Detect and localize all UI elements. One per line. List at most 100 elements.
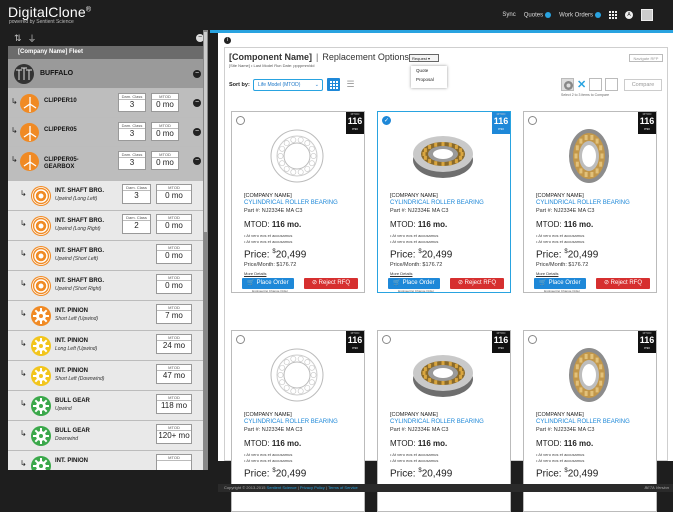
child-arrow-icon: ↳ bbox=[20, 369, 27, 378]
product-title[interactable]: CYLINDRICAL ROLLER BEARING bbox=[536, 419, 630, 425]
engineering-change-link[interactable]: Engineering Change Order bbox=[536, 289, 588, 292]
sidebar-toolbar: ⇅ ⏚ − bbox=[8, 30, 208, 46]
turbine-row[interactable]: ↳ CLIPPER05 Dam. Class 3 MTOD 0 mo − bbox=[8, 118, 208, 147]
company-name: [COMPANY NAME] bbox=[536, 412, 584, 418]
select-radio[interactable]: ✓ bbox=[382, 116, 391, 125]
more-details-link[interactable]: More Details bbox=[390, 271, 412, 276]
version-label: BETA Version bbox=[644, 485, 669, 490]
price-label: Price: bbox=[390, 468, 416, 480]
component-row[interactable]: ↳ INT. PINION Long Left (Upwind) MTOD 24 mo bbox=[8, 331, 208, 361]
quotes-link[interactable]: Quotes bbox=[524, 11, 552, 18]
component-row[interactable]: ↳ BULL GEAR Downwind MTOD 120+ mo bbox=[8, 421, 208, 451]
reject-rfq-button[interactable]: ⊘ Reject RFQ bbox=[450, 278, 504, 289]
turbine-name: CLIPPER10 bbox=[44, 98, 77, 104]
gear-icon bbox=[31, 366, 51, 386]
select-radio[interactable] bbox=[528, 335, 537, 344]
work-orders-link[interactable]: Work Orders bbox=[559, 11, 601, 18]
mtod-label: MTOD: bbox=[390, 439, 416, 448]
request-menu: Quote Proposal bbox=[411, 66, 447, 88]
product-card[interactable]: MTOD 116 mo [COMPANY NAME] CYLINDRICAL ROLLE… bbox=[523, 111, 657, 293]
place-order-button[interactable]: 🛒 Place Order bbox=[534, 278, 586, 289]
select-radio[interactable] bbox=[382, 335, 391, 344]
bearing-image bbox=[262, 126, 332, 186]
navigate-rfp-button[interactable]: Navigate RFP bbox=[629, 54, 663, 62]
request-dropdown[interactable]: Request ▾ bbox=[409, 54, 439, 62]
collapse-turbine-icon[interactable]: − bbox=[193, 99, 201, 107]
reject-rfq-button[interactable]: ⊘ Reject RFQ bbox=[596, 278, 650, 289]
component-row[interactable]: ↳ INT. SHAFT BRG. Upwind (Long Left) Dam. C… bbox=[8, 181, 208, 211]
compare-button[interactable]: Compare bbox=[624, 79, 662, 91]
compare-slot-2[interactable] bbox=[589, 78, 602, 91]
sync-link[interactable]: Sync bbox=[502, 12, 515, 18]
place-order-button[interactable]: 🛒 Place Order bbox=[388, 278, 440, 289]
privacy-link[interactable]: Privacy Policy bbox=[300, 485, 325, 490]
gear-icon bbox=[31, 306, 51, 326]
apps-grid-icon[interactable] bbox=[609, 11, 617, 19]
avatar[interactable] bbox=[641, 9, 653, 21]
product-card[interactable]: ✓ MTOD 116 mo [COMPANY NAME] CYLINDRICAL ROLL… bbox=[377, 111, 511, 293]
component-row[interactable]: ↳ INT. PINION MTOD bbox=[8, 451, 208, 470]
child-arrow-icon: ↳ bbox=[20, 279, 27, 288]
info-icon[interactable]: i bbox=[224, 37, 231, 44]
badge-unit: mo bbox=[498, 126, 504, 131]
price-value: 20,499 bbox=[567, 468, 599, 480]
price-label: Price: bbox=[244, 249, 270, 261]
select-radio[interactable] bbox=[236, 116, 245, 125]
product-card[interactable]: MTOD 116 mo [COMPANY NAME] CYLINDRICAL ROLLE… bbox=[231, 111, 365, 293]
remove-compare-icon[interactable]: ✕ bbox=[577, 78, 586, 91]
grid-view-icon[interactable] bbox=[327, 78, 340, 91]
brand-logo[interactable]: DigitalClone® bbox=[8, 4, 91, 20]
reject-rfq-button[interactable]: ⊘ Reject RFQ bbox=[304, 278, 358, 289]
sort-select[interactable]: Life Model (MTOD) ⌄ bbox=[253, 79, 323, 91]
component-row[interactable]: ↳ INT. SHAFT BRG. Upwind (Long Right) Dam. … bbox=[8, 211, 208, 241]
child-arrow-icon: ↳ bbox=[20, 429, 27, 438]
more-details-link[interactable]: More Details bbox=[244, 271, 266, 276]
menu-item-quote[interactable]: Quote bbox=[411, 66, 447, 75]
engineering-change-link[interactable]: Engineering Change Order bbox=[390, 289, 442, 292]
list-view-icon[interactable]: ☰ bbox=[345, 79, 356, 90]
bullet-item: • At vero eos et accusamus bbox=[390, 233, 439, 238]
sidebar-scrollbar[interactable] bbox=[203, 30, 208, 470]
compare-slot-1[interactable] bbox=[561, 78, 574, 91]
component-row[interactable]: ↳ INT. PINION Short Left (Upwind) MTOD 7 mo bbox=[8, 301, 208, 331]
mtod-value: 0 mo bbox=[165, 191, 183, 200]
user-status-icon[interactable]: A bbox=[625, 11, 633, 19]
mtod-badge: MTOD 116 mo bbox=[638, 112, 656, 134]
select-radio[interactable] bbox=[528, 116, 537, 125]
collapse-turbine-icon[interactable]: − bbox=[193, 157, 201, 165]
component-row[interactable]: ↳ INT. PINION Short Left (Downwind) MTOD 47 … bbox=[8, 361, 208, 391]
component-row[interactable]: ↳ BULL GEAR Upwind MTOD 118 mo bbox=[8, 391, 208, 421]
component-row[interactable]: ↳ INT. SHAFT BRG. Upwind (Short Left) MTOD 0… bbox=[8, 241, 208, 271]
product-title[interactable]: CYLINDRICAL ROLLER BEARING bbox=[244, 200, 338, 206]
collapse-turbine-icon[interactable]: − bbox=[193, 128, 201, 136]
fleet-header[interactable]: [Company Name] Fleet bbox=[8, 46, 208, 59]
company-link[interactable]: Sentient Science bbox=[267, 485, 297, 490]
place-order-label: Place Order bbox=[548, 280, 581, 286]
product-title[interactable]: CYLINDRICAL ROLLER BEARING bbox=[244, 419, 338, 425]
bullet-item: • At vero eos et accusamus bbox=[536, 452, 585, 457]
child-arrow-icon: ↳ bbox=[20, 399, 27, 408]
reject-rfq-label: Reject RFQ bbox=[318, 280, 351, 286]
engineering-change-link[interactable]: Engineering Change Order bbox=[244, 289, 296, 292]
select-radio[interactable] bbox=[236, 335, 245, 344]
turbine-row[interactable]: ↳ CLIPPER05- GEARBOX Dam. Class 3 MTOD 0 mo − bbox=[8, 147, 208, 181]
product-title[interactable]: CYLINDRICAL ROLLER BEARING bbox=[390, 419, 484, 425]
company-name: [COMPANY NAME] bbox=[390, 193, 438, 199]
filter-icon[interactable]: ⏚ bbox=[28, 32, 37, 45]
scrollbar-thumb[interactable] bbox=[204, 32, 207, 232]
more-details-link[interactable]: More Details bbox=[536, 271, 558, 276]
site-row[interactable]: BUFFALO − bbox=[8, 59, 208, 89]
component-name: INT. PINION bbox=[55, 308, 89, 314]
turbine-name: CLIPPER05- bbox=[44, 157, 79, 163]
place-order-button[interactable]: 🛒 Place Order bbox=[242, 278, 294, 289]
terms-link[interactable]: Terms of Service bbox=[328, 485, 358, 490]
turbine-row[interactable]: ↳ CLIPPER10 Dam. Class 3 MTOD 0 mo − bbox=[8, 89, 208, 118]
product-title[interactable]: CYLINDRICAL ROLLER BEARING bbox=[536, 200, 630, 206]
sort-icon[interactable]: ⇅ bbox=[14, 33, 22, 44]
product-title[interactable]: CYLINDRICAL ROLLER BEARING bbox=[390, 200, 484, 206]
component-row[interactable]: ↳ INT. SHAFT BRG. Upwind (Short Right) MTOD… bbox=[8, 271, 208, 301]
collapse-site-icon[interactable]: − bbox=[193, 70, 201, 78]
brand-mark: ® bbox=[85, 6, 92, 14]
menu-item-proposal[interactable]: Proposal bbox=[411, 75, 447, 84]
compare-slot-3[interactable] bbox=[605, 78, 618, 91]
